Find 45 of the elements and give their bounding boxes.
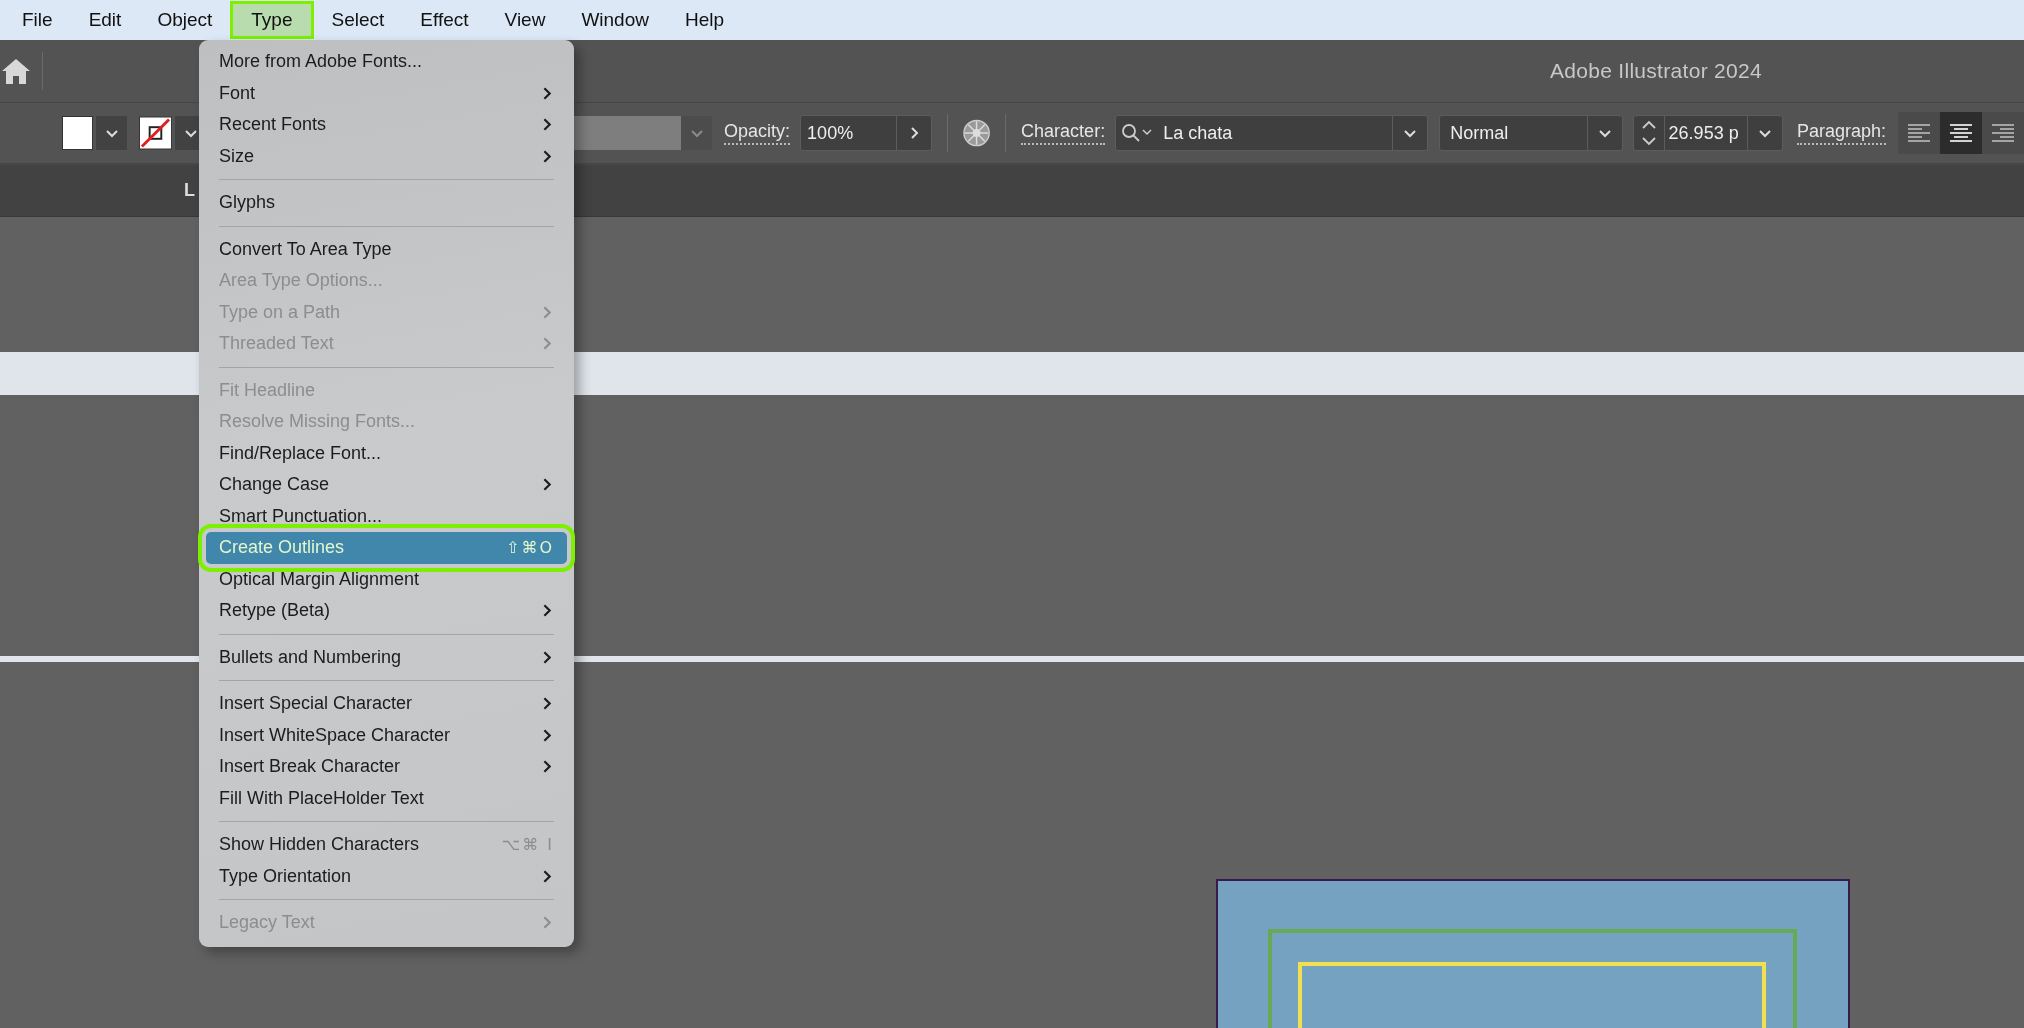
document-tab[interactable]: L — [184, 180, 195, 201]
menu-item[interactable]: Type Orientation — [206, 860, 567, 892]
menu-item[interactable]: Retype (Beta) — [206, 595, 567, 627]
recolor-icon[interactable] — [963, 119, 991, 147]
font-style-field[interactable]: Normal — [1439, 115, 1623, 151]
menu-item[interactable]: Smart Punctuation... — [206, 500, 567, 532]
menu-bar-item[interactable]: Type — [230, 1, 314, 39]
fill-swatch[interactable] — [62, 116, 94, 150]
menu-item[interactable]: Convert To Area Type — [206, 233, 567, 265]
character-label[interactable]: Character: — [1021, 121, 1106, 145]
align-center-button[interactable] — [1939, 112, 1982, 154]
font-size-field[interactable]: 26.953 p — [1632, 115, 1783, 151]
menu-bar-item[interactable]: File — [4, 1, 71, 39]
align-right-icon — [1990, 123, 2015, 143]
menu-item[interactable]: Recent Fonts — [206, 109, 567, 141]
paragraph-label[interactable]: Paragraph: — [1796, 121, 1886, 145]
align-left-icon — [1906, 123, 1931, 143]
menu-item[interactable]: Insert Special Character — [206, 688, 567, 720]
stroke-swatch[interactable] — [139, 116, 173, 150]
menu-item[interactable]: Find/Replace Font... — [206, 437, 567, 469]
align-center-icon — [1948, 123, 1973, 143]
menu-item[interactable]: Font — [206, 77, 567, 109]
menu-item[interactable]: Insert WhiteSpace Character — [206, 719, 567, 751]
menu-item[interactable]: Insert Break Character — [206, 751, 567, 783]
menu-item[interactable]: Bullets and Numbering — [206, 641, 567, 673]
menu-item[interactable]: Show Hidden Characters ⌥⌘ I — [206, 829, 567, 861]
menu-item[interactable]: Fill With PlaceHolder Text — [206, 782, 567, 814]
menu-bar-item[interactable]: Help — [666, 1, 743, 39]
menu-item[interactable]: Glyphs — [206, 187, 567, 219]
menu-bar-item[interactable]: Effect — [402, 1, 487, 39]
font-family-field[interactable]: La chata — [1115, 115, 1429, 151]
menu-bar-item[interactable]: Window — [563, 1, 667, 39]
fill-dropdown[interactable] — [96, 116, 128, 150]
opacity-label[interactable]: Opacity: — [724, 121, 791, 145]
menu-bar-item[interactable]: Edit — [70, 1, 140, 39]
menu-bar-item[interactable]: Object — [139, 1, 231, 39]
menu-item[interactable]: Size — [206, 140, 567, 172]
menu-bar-item[interactable]: View — [486, 1, 564, 39]
app-title: Adobe Illustrator 2024 — [1549, 59, 1762, 83]
menu-item[interactable]: Change Case — [206, 469, 567, 501]
opacity-field[interactable]: 100% — [800, 115, 932, 151]
menu-item[interactable]: Optical Margin Alignment — [206, 563, 567, 595]
menu-bar-item[interactable]: Select — [313, 1, 403, 39]
home-icon[interactable] — [1, 57, 31, 85]
menu-item[interactable]: More from Adobe Fonts... — [206, 46, 567, 78]
